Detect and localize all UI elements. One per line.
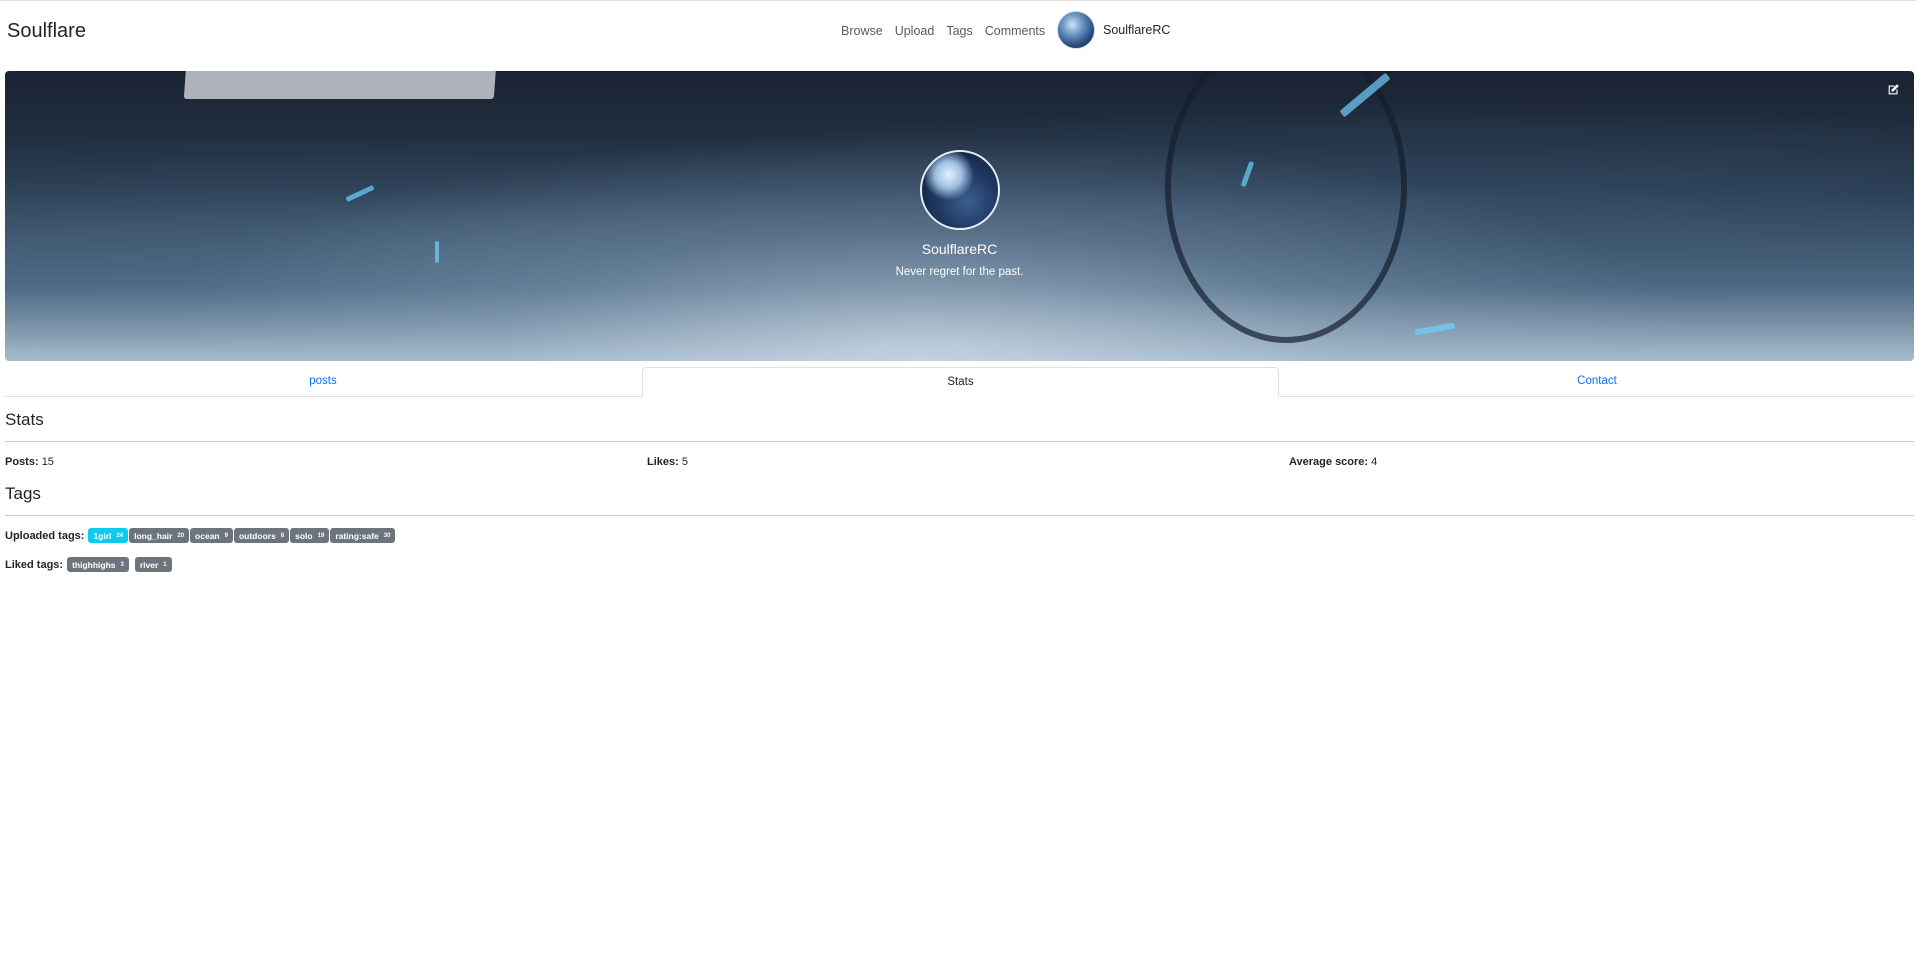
tag-name: solo xyxy=(295,530,313,541)
tag-badge[interactable]: thighhighs 3 xyxy=(67,557,129,572)
tag-badge[interactable]: outdoors 8 xyxy=(233,528,290,543)
tags-heading: Tags xyxy=(5,484,41,503)
user-menu[interactable]: SoulflareRC xyxy=(1057,11,1170,49)
uploaded-tags-label: Uploaded tags: xyxy=(5,529,85,542)
uploaded-tags-row: Uploaded tags: 1girl 24 long_hair 20 ocean… xyxy=(5,528,396,543)
stat-value: 4 xyxy=(1371,456,1378,468)
banner-decoration xyxy=(183,71,497,99)
brand-link[interactable]: Soulflare xyxy=(7,20,86,43)
liked-tags-label: Liked tags: xyxy=(5,558,64,571)
tag-name: rating:safe xyxy=(335,530,379,541)
profile-name: SoulflareRC xyxy=(921,241,998,257)
tag-name: outdoors xyxy=(238,530,276,541)
tag-count: 1 xyxy=(163,561,167,568)
stat-likes: Likes: 5 xyxy=(647,456,688,468)
tag-count: 3 xyxy=(120,561,124,568)
banner-decoration xyxy=(1165,71,1407,343)
profile-avatar xyxy=(920,150,1000,230)
nav-browse[interactable]: Browse xyxy=(841,24,883,38)
tag-count: 9 xyxy=(224,532,228,539)
tag-badge[interactable]: long_hair 20 xyxy=(129,528,190,543)
stat-label: Posts: xyxy=(5,456,39,468)
tab-posts[interactable]: posts xyxy=(5,367,641,396)
divider xyxy=(5,515,1914,516)
profile-banner: SoulflareRC Never regret for the past. xyxy=(5,71,1914,361)
tag-badge[interactable]: rating:safe 30 xyxy=(330,528,396,543)
navbar: Soulflare Browse Upload Tags Comments So… xyxy=(0,1,1916,71)
tag-name: 1girl xyxy=(93,530,112,541)
stat-label: Average score: xyxy=(1289,456,1369,468)
tag-badge[interactable]: 1girl 24 xyxy=(88,528,129,543)
tag-name: long_hair xyxy=(134,530,173,541)
tag-count: 30 xyxy=(383,532,391,539)
tag-badge[interactable]: ocean 9 xyxy=(190,528,233,543)
tag-count: 20 xyxy=(177,532,185,539)
tag-name: ocean xyxy=(195,530,220,541)
banner-decoration xyxy=(345,184,375,203)
nav-upload[interactable]: Upload xyxy=(895,24,935,38)
nav-tags[interactable]: Tags xyxy=(946,24,972,38)
nav-username[interactable]: SoulflareRC xyxy=(1103,23,1170,37)
avatar[interactable] xyxy=(1057,11,1095,49)
stat-value: 15 xyxy=(41,456,54,468)
liked-tags-row: Liked tags: thighhighs 3 river 1 xyxy=(5,557,173,572)
stat-value: 5 xyxy=(681,456,688,468)
stats-heading: Stats xyxy=(5,410,44,429)
tag-name: river xyxy=(139,559,159,570)
profile-tabs: posts Stats Contact xyxy=(5,367,1914,397)
nav-comments[interactable]: Comments xyxy=(985,24,1045,38)
tag-badge[interactable]: river 1 xyxy=(134,557,172,572)
stat-posts: Posts: 15 xyxy=(5,456,54,468)
tab-stats[interactable]: Stats xyxy=(642,367,1279,397)
tag-badge[interactable]: solo 19 xyxy=(290,528,330,543)
tag-count: 8 xyxy=(280,532,285,539)
tab-contact[interactable]: Contact xyxy=(1280,367,1914,396)
main-nav: Browse Upload Tags Comments xyxy=(841,24,1057,38)
edit-icon[interactable] xyxy=(1886,83,1900,97)
stat-average-score: Average score: 4 xyxy=(1289,456,1377,468)
tag-count: 24 xyxy=(116,532,124,539)
tag-name: thighhighs xyxy=(72,559,116,570)
stat-label: Likes: xyxy=(647,456,679,468)
profile-bio: Never regret for the past. xyxy=(895,266,1024,278)
banner-decoration xyxy=(1414,322,1456,336)
tag-count: 19 xyxy=(317,532,325,539)
divider xyxy=(5,441,1914,442)
